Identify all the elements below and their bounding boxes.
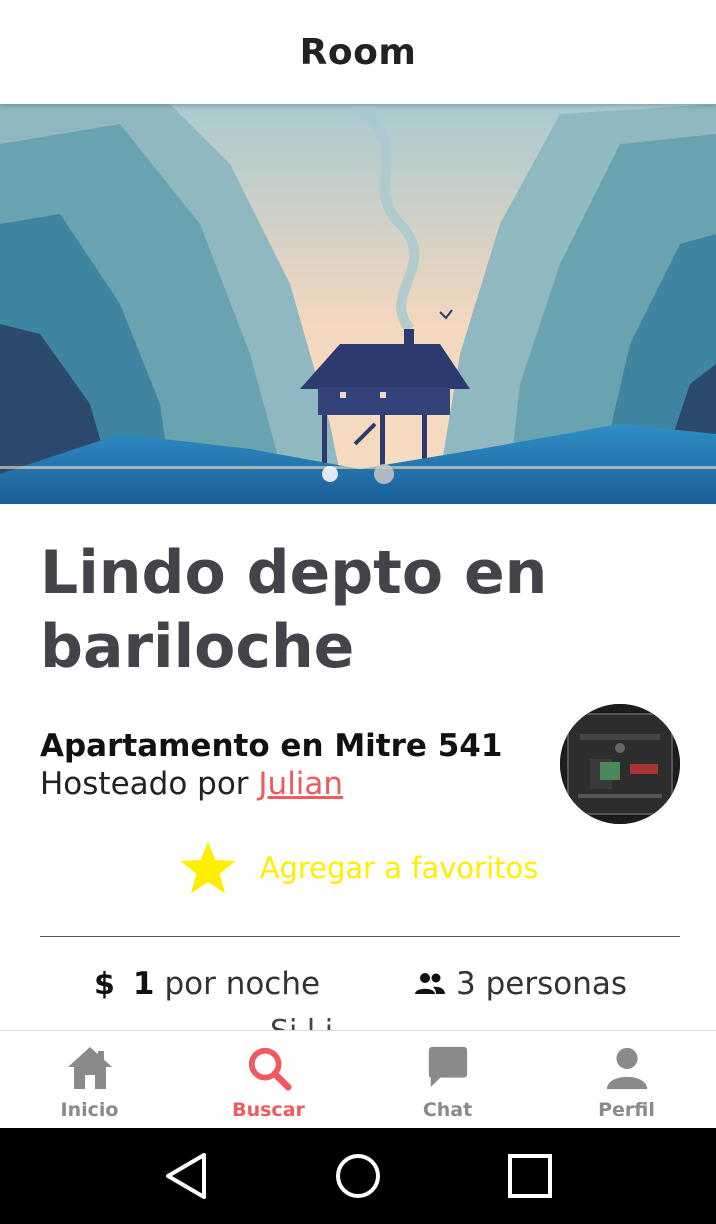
partial-text: Si l i	[270, 1014, 333, 1030]
tab-buscar[interactable]: Buscar	[179, 1031, 358, 1128]
home-icon	[67, 1047, 112, 1089]
back-button[interactable]	[156, 1146, 216, 1206]
home-circle-icon	[336, 1154, 380, 1198]
tab-label-inicio: Inicio	[60, 1099, 119, 1121]
price-value: 1	[132, 966, 155, 1002]
listing-title: Lindo depto en bariloche	[40, 538, 548, 682]
person-icon	[606, 1047, 647, 1090]
listing-photo	[0, 104, 716, 504]
back-triangle-icon	[166, 1153, 206, 1199]
carousel-dot-active[interactable]	[322, 466, 338, 482]
listing-subtitle: Apartamento en Mitre 541	[40, 728, 503, 764]
tab-perfil[interactable]: Perfil	[537, 1031, 716, 1128]
host-link[interactable]: Julian	[258, 766, 343, 802]
listing-details: Lindo depto en bariloche Apartamento en …	[0, 504, 716, 1030]
tab-chat[interactable]: Chat	[358, 1031, 537, 1128]
recents-button[interactable]	[500, 1146, 560, 1206]
add-favorite-label: Agregar a favoritos	[259, 851, 539, 885]
system-navigation-bar	[0, 1128, 716, 1224]
listing-stats: $ 1 por noche 3 personas	[0, 966, 716, 1016]
app-bar: Room	[0, 0, 716, 104]
search-icon	[248, 1047, 292, 1091]
tab-inicio[interactable]: Inicio	[0, 1031, 179, 1128]
home-button[interactable]	[328, 1146, 388, 1206]
guests-count: 3 personas	[456, 966, 627, 1002]
divider	[40, 936, 680, 937]
tab-label-perfil: Perfil	[598, 1099, 655, 1121]
hosted-by-label: Hosteado por	[40, 766, 259, 802]
star-icon	[180, 841, 236, 894]
recents-square-icon	[508, 1154, 552, 1198]
bottom-tab-bar: Inicio Buscar Chat Perfil	[0, 1030, 716, 1128]
host-avatar[interactable]	[560, 704, 680, 824]
photo-carousel[interactable]	[0, 104, 716, 504]
people-icon	[415, 973, 445, 994]
carousel-indicators	[0, 464, 716, 484]
add-favorite-button[interactable]: Agregar a favoritos	[0, 840, 716, 896]
dollar-icon: $	[94, 966, 115, 1002]
price-unit: por noche	[164, 966, 321, 1002]
page-title: Room	[299, 31, 417, 73]
chat-icon	[428, 1046, 467, 1088]
hosted-by: Hosteado por Julian	[40, 766, 343, 802]
guests-info: 3 personas	[414, 966, 627, 1002]
tab-label-buscar: Buscar	[232, 1099, 305, 1121]
tab-label-chat: Chat	[422, 1099, 473, 1121]
carousel-dot[interactable]	[374, 464, 394, 484]
price-info: $ 1 por noche	[94, 966, 320, 1002]
